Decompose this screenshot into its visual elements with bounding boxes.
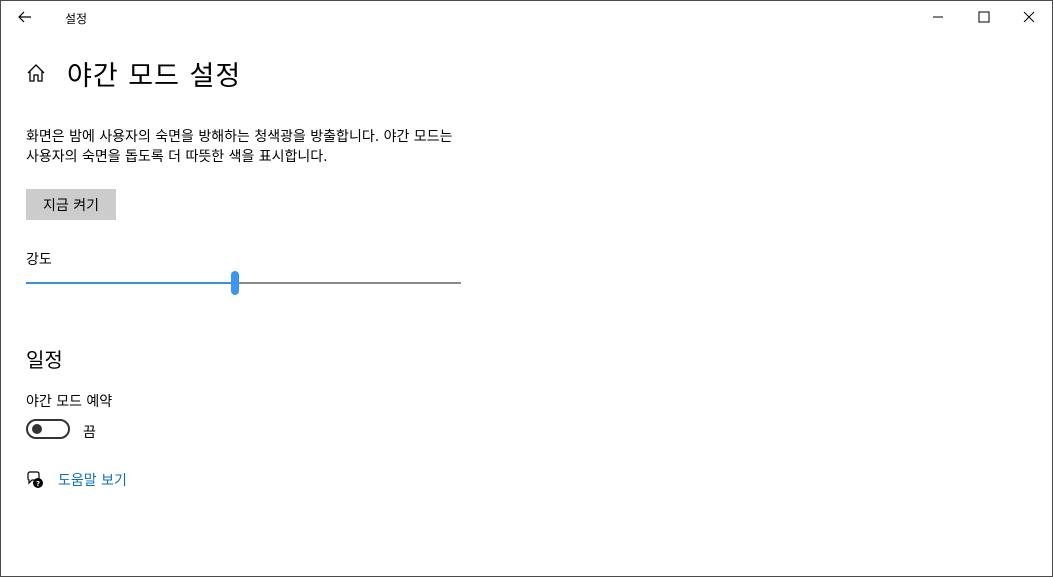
page-header: 야간 모드 설정 <box>25 53 241 93</box>
help-chat-icon: ? <box>27 471 43 488</box>
night-light-description: 화면은 밤에 사용자의 숙면을 방해하는 청색광을 방출합니다. 야간 모드는 … <box>26 129 453 165</box>
maximize-button[interactable] <box>961 1 1007 33</box>
svg-text:?: ? <box>36 480 40 488</box>
toggle-state-text: 끔 <box>83 425 96 441</box>
help-row[interactable]: ? 도움말 보기 <box>26 469 127 491</box>
schedule-toggle-label: 야간 모드 예약 <box>26 394 113 410</box>
minimize-button[interactable] <box>915 1 961 33</box>
back-button[interactable] <box>9 1 41 33</box>
back-arrow-icon <box>18 11 31 23</box>
toggle-knob <box>32 424 42 434</box>
strength-label: 강도 <box>26 252 52 268</box>
schedule-section-title: 일정 <box>26 348 63 372</box>
settings-window: 설정 야간 모드 설정 화면은 밤에 사용자의 숙면을 방해하는 청색광을 방출… <box>0 0 1053 577</box>
app-title: 설정 <box>65 12 88 26</box>
turn-on-now-button[interactable]: 지금 켜기 <box>26 189 116 220</box>
close-icon <box>1023 11 1035 23</box>
slider-track-fill <box>26 282 235 284</box>
title-bar: 설정 <box>1 1 1052 33</box>
minimize-icon <box>933 16 943 18</box>
close-button[interactable] <box>1006 1 1052 33</box>
slider-thumb[interactable] <box>230 271 239 295</box>
schedule-toggle[interactable] <box>26 419 70 439</box>
strength-slider[interactable] <box>26 271 461 295</box>
home-icon[interactable] <box>25 62 47 84</box>
page-title: 야간 모드 설정 <box>67 60 242 92</box>
maximize-icon <box>978 11 990 23</box>
get-help-link[interactable]: 도움말 보기 <box>58 470 127 490</box>
